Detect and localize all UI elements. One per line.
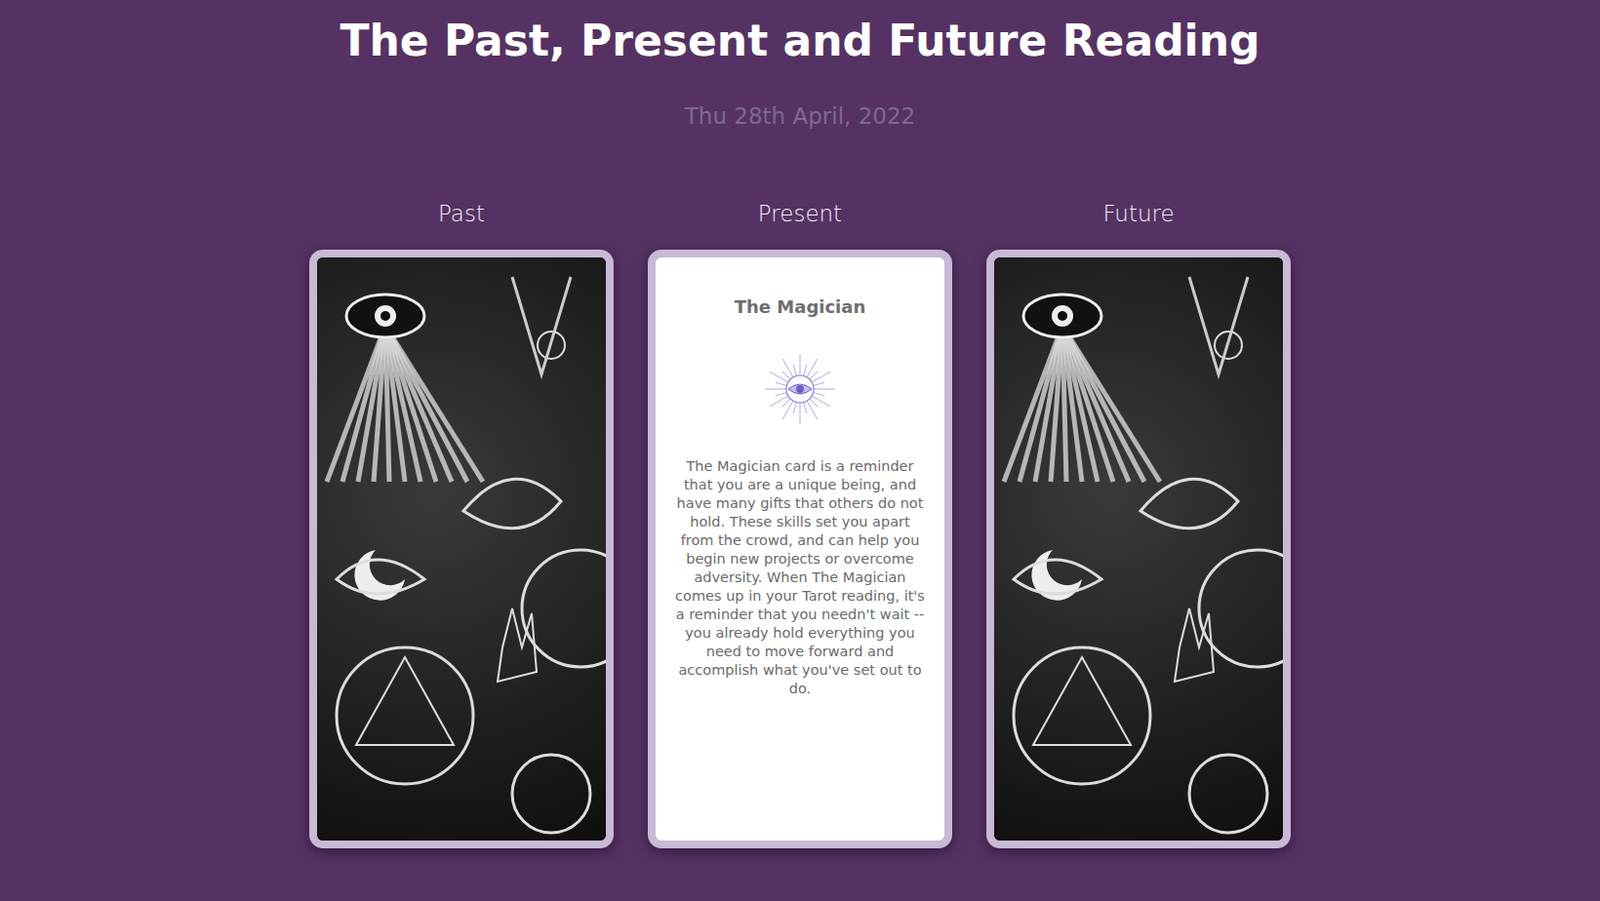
card-description: The Magician card is a reminder that you… xyxy=(673,457,927,699)
reading-date: Thu 28th April, 2022 xyxy=(684,101,916,131)
page-title: The Past, Present and Future Reading xyxy=(339,13,1260,69)
occult-pattern-icon xyxy=(994,257,1283,841)
tarot-card[interactable] xyxy=(309,249,614,849)
position-label: Past xyxy=(438,199,485,229)
card-back xyxy=(994,257,1283,841)
position-label: Present xyxy=(758,199,842,229)
card-face: The Magician The Magician card is a remin… xyxy=(655,257,945,719)
reading-page: The Past, Present and Future Reading Thu … xyxy=(0,0,1600,901)
card-back xyxy=(317,257,606,841)
spread-position: Present The Magician The Magician card is … xyxy=(647,199,953,849)
spread-position: Past xyxy=(309,199,614,849)
occult-pattern-icon xyxy=(317,257,606,841)
card-name: The Magician xyxy=(734,296,866,318)
card-spread: Past Present The Magician The Magician card… xyxy=(309,199,1291,849)
spread-position: Future xyxy=(986,199,1291,849)
tarot-card[interactable]: The Magician The Magician card is a remin… xyxy=(647,249,953,849)
tarot-card[interactable] xyxy=(986,249,1291,849)
position-label: Future xyxy=(1102,199,1174,229)
eye-sun-icon xyxy=(760,350,840,429)
